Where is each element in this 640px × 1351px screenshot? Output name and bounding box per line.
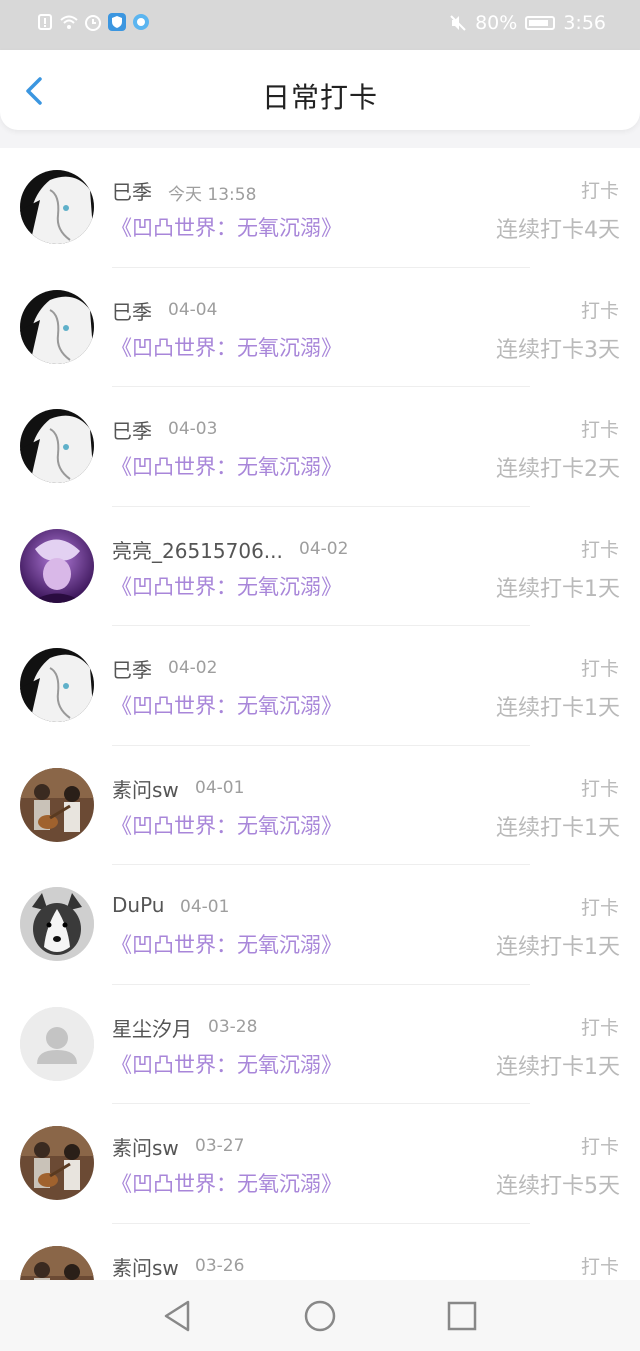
streak-count: 连续打卡1天 — [496, 696, 620, 721]
avatar[interactable] — [20, 1245, 94, 1280]
checkin-time: 04-01 — [195, 777, 245, 798]
user-name[interactable]: 巳季 — [112, 415, 152, 444]
checkin-time: 03-28 — [208, 1016, 258, 1037]
browser-app-icon — [133, 14, 149, 30]
system-nav-bar — [0, 1280, 640, 1351]
avatar[interactable] — [20, 1006, 94, 1081]
book-title-link[interactable]: 《凹凸世界：无氧沉溺》 — [111, 810, 342, 840]
checkin-label: 打卡 — [580, 897, 619, 919]
mute-icon — [450, 15, 466, 31]
checkin-time: 04-04 — [168, 299, 218, 320]
checkin-label: 打卡 — [580, 1016, 619, 1039]
checkin-row[interactable]: 素问sw 03-27 《凹凸世界：无氧沉溺》 打卡连续打卡5天 — [0, 1104, 640, 1224]
streak-count: 连续打卡4天 — [496, 218, 620, 243]
checkin-label: 打卡 — [580, 538, 619, 561]
battery-percent: 80% — [475, 12, 518, 34]
user-name[interactable]: 亮亮_26515706... — [112, 535, 283, 564]
checkin-time: 03-26 — [195, 1255, 245, 1276]
checkin-row[interactable]: DuPu 04-01 《凹凸世界：无氧沉溺》 打卡连续打卡1天 — [0, 865, 640, 985]
book-title-link[interactable]: 《凹凸世界：无氧沉溺》 — [111, 451, 342, 481]
checkin-label: 打卡 — [580, 1136, 619, 1158]
checkin-row[interactable]: 巳季 04-02 《凹凸世界：无氧沉溺》 打卡连续打卡1天 — [0, 626, 640, 746]
checkin-label: 打卡 — [580, 777, 619, 800]
checkin-row[interactable]: 亮亮_26515706... 04-02 《凹凸世界：无氧沉溺》 打卡连续打卡1天 — [0, 507, 640, 626]
streak-count: 连续打卡2天 — [496, 457, 620, 482]
avatar[interactable] — [20, 528, 94, 603]
checkin-row[interactable]: 星尘汐月 03-28 《凹凸世界：无氧沉溺》 打卡连续打卡1天 — [0, 985, 640, 1104]
status-icons-right: 80% 3:56 — [449, 12, 606, 34]
checkin-time: 04-02 — [168, 658, 218, 678]
book-title-link[interactable]: 《凹凸世界：无氧沉溺》 — [111, 1049, 342, 1079]
user-name[interactable]: 巳季 — [112, 296, 152, 325]
book-title-link[interactable]: 《凹凸世界：无氧沉溺》 — [111, 212, 342, 242]
avatar[interactable] — [20, 1126, 94, 1200]
user-name[interactable]: 素问sw — [112, 774, 179, 803]
checkin-row[interactable]: 素问sw 03-26 打卡 — [0, 1224, 640, 1281]
checkin-time: 04-02 — [299, 538, 349, 559]
checkin-label: 打卡 — [580, 658, 619, 680]
book-title-link[interactable]: 《凹凸世界：无氧沉溺》 — [111, 332, 342, 362]
checkin-row[interactable]: 巳季 04-04 《凹凸世界：无氧沉溺》 打卡连续打卡3天 — [0, 268, 640, 387]
avatar[interactable] — [20, 767, 94, 842]
app-header: 日常打卡 — [0, 50, 640, 130]
book-title-link[interactable]: 《凹凸世界：无氧沉溺》 — [111, 929, 342, 959]
streak-count: 连续打卡5天 — [496, 1174, 620, 1199]
checkin-row[interactable]: 巳季 今天 13:58 《凹凸世界：无氧沉溺》 打卡连续打卡4天 — [0, 148, 640, 268]
status-bar: 80% 3:56 — [0, 0, 640, 50]
avatar[interactable] — [20, 887, 94, 961]
avatar[interactable] — [20, 289, 94, 364]
checkin-label: 打卡 — [580, 419, 619, 441]
streak-count: 连续打卡1天 — [496, 576, 620, 602]
page-title: 日常打卡 — [261, 81, 378, 114]
checkin-label: 打卡 — [580, 180, 619, 202]
checkin-list: 巳季 今天 13:58 《凹凸世界：无氧沉溺》 打卡 连续打卡4天 巳季 04-04 《凹凸世… — [0, 148, 640, 1280]
alarm-icon — [85, 15, 101, 31]
user-name[interactable]: DuPu — [112, 893, 164, 917]
book-title-link[interactable]: 《凹凸世界：无氧沉溺》 — [111, 690, 342, 720]
nav-back-triangle-icon[interactable] — [160, 1298, 196, 1334]
checkin-row[interactable]: 巳季 04-03 《凹凸世界：无氧沉溺》 打卡连续打卡2天 — [0, 387, 640, 507]
avatar[interactable] — [20, 170, 94, 244]
battery-icon — [525, 16, 556, 30]
streak-count: 连续打卡3天 — [496, 337, 620, 363]
user-name[interactable]: 巳季 — [112, 654, 152, 683]
clock: 3:56 — [563, 12, 606, 34]
avatar[interactable] — [20, 409, 94, 483]
checkin-time: 今天 13:58 — [168, 185, 257, 205]
checkin-label: 打卡 — [580, 299, 619, 322]
streak-count: 连续打卡1天 — [496, 1054, 620, 1080]
user-name[interactable]: 星尘汐月 — [112, 1013, 192, 1042]
avatar[interactable] — [20, 648, 94, 722]
wifi-icon — [60, 15, 78, 29]
status-icons-left — [36, 13, 150, 31]
streak-count: 连续打卡1天 — [496, 815, 620, 841]
checkin-time: 04-01 — [180, 897, 230, 917]
shield-app-icon — [108, 13, 126, 31]
checkin-label: 打卡 — [580, 1255, 619, 1278]
checkin-row[interactable]: 素问sw 04-01 《凹凸世界：无氧沉溺》 打卡连续打卡1天 — [0, 746, 640, 865]
user-name[interactable]: 素问sw — [112, 1252, 179, 1281]
checkin-time: 04-03 — [168, 419, 218, 439]
nav-home-circle-icon[interactable] — [302, 1298, 338, 1334]
user-name[interactable]: 素问sw — [112, 1132, 179, 1161]
book-title-link[interactable]: 《凹凸世界：无氧沉溺》 — [111, 1168, 342, 1198]
alert-icon — [38, 14, 52, 30]
streak-count: 连续打卡1天 — [496, 935, 620, 960]
nav-recents-square-icon[interactable] — [444, 1298, 480, 1334]
user-name[interactable]: 巳季 — [112, 176, 152, 205]
checkin-time: 03-27 — [195, 1136, 245, 1156]
book-title-link[interactable]: 《凹凸世界：无氧沉溺》 — [111, 571, 342, 601]
